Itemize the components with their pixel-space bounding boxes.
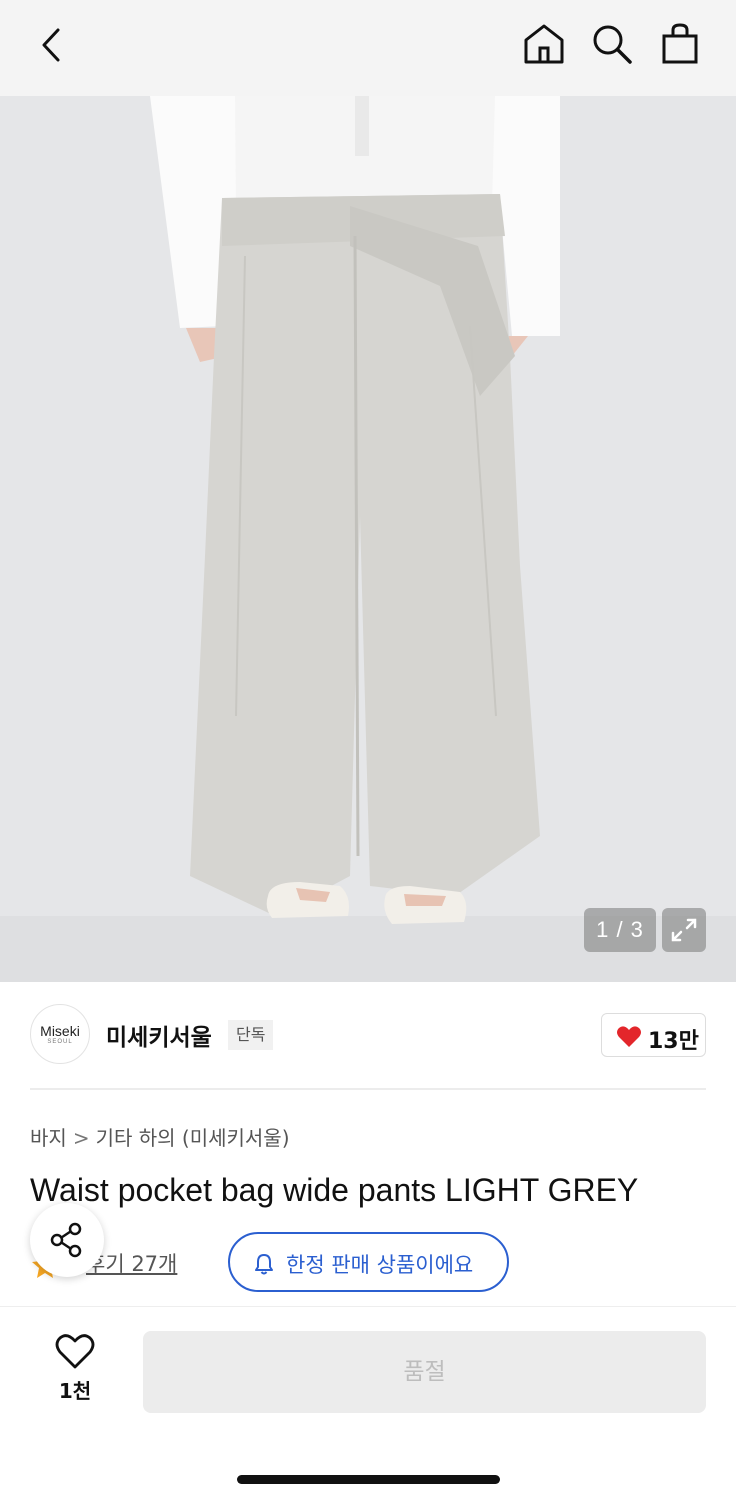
brand-name[interactable]: 미세키서울 bbox=[106, 1018, 212, 1052]
breadcrumb-category[interactable]: 바지 bbox=[30, 1126, 67, 1150]
bell-icon bbox=[255, 1254, 273, 1275]
product-image-gallery[interactable]: 1 / 3 bbox=[0, 96, 736, 982]
share-icon bbox=[50, 1222, 82, 1258]
wishlist-count: 1천 bbox=[58, 1379, 92, 1403]
brand-logo-sub: SEOUL bbox=[47, 1039, 73, 1045]
bottom-action-bar: 1천 품절 bbox=[0, 1306, 736, 1500]
product-photo bbox=[0, 96, 736, 982]
home-icon[interactable] bbox=[520, 20, 568, 68]
expand-icon[interactable] bbox=[662, 908, 706, 952]
exclusive-badge: 단독 bbox=[228, 1020, 274, 1050]
chevron-left-icon[interactable] bbox=[30, 22, 76, 68]
brand-like-count: 13만 bbox=[648, 1029, 699, 1054]
breadcrumb: 바지 > 기타 하의 (미세키서울) bbox=[30, 1122, 290, 1151]
limited-sale-button[interactable]: 한정 판매 상품이에요 bbox=[228, 1232, 509, 1292]
heart-outline-icon bbox=[55, 1334, 95, 1369]
heart-filled-icon bbox=[617, 1026, 641, 1047]
brand-like-button[interactable]: 13만 bbox=[601, 1013, 706, 1057]
share-button[interactable] bbox=[30, 1203, 104, 1277]
brand-logo-text: Miseki bbox=[40, 1023, 80, 1039]
home-indicator bbox=[237, 1475, 500, 1484]
top-navigation-bar bbox=[0, 0, 736, 96]
brand-row: Miseki SEOUL 미세키서울 단독 13만 bbox=[0, 982, 736, 1088]
brand-logo[interactable]: Miseki SEOUL bbox=[30, 1004, 90, 1064]
image-counter: 1 / 3 bbox=[584, 908, 656, 952]
product-title: Waist pocket bag wide pants LIGHT GREY bbox=[30, 1172, 639, 1208]
breadcrumb-subcategory[interactable]: 기타 하의 (미세키서울) bbox=[96, 1126, 290, 1150]
search-icon[interactable] bbox=[588, 20, 636, 68]
limited-sale-label: 한정 판매 상품이에요 bbox=[286, 1253, 474, 1277]
divider bbox=[30, 1088, 706, 1090]
wishlist-button[interactable]: 1천 bbox=[40, 1333, 110, 1413]
shopping-bag-icon[interactable] bbox=[656, 20, 704, 68]
chevron-right-icon: > bbox=[72, 1126, 90, 1150]
soldout-button[interactable]: 품절 bbox=[143, 1331, 706, 1413]
